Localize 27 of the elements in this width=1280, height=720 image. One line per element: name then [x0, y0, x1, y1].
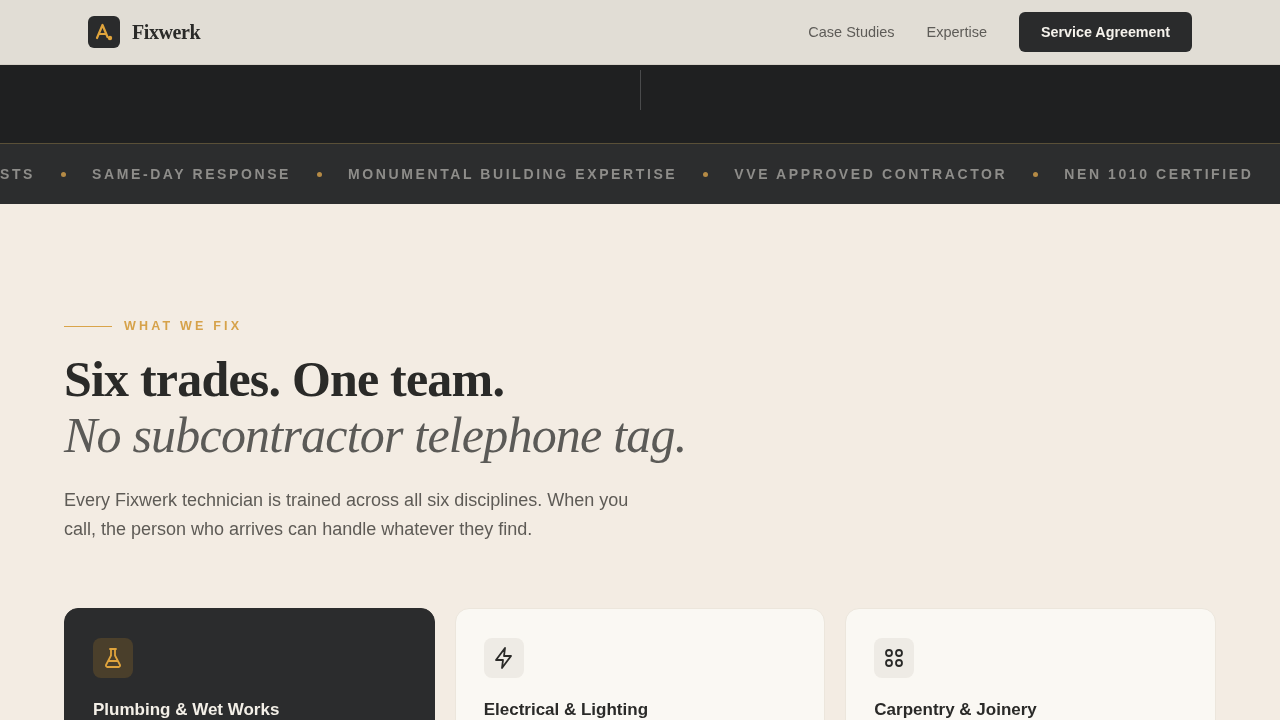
- ticker-text: NEN 1010 CERTIFIED: [1064, 166, 1254, 182]
- nav-link[interactable]: Case Studies: [808, 24, 895, 40]
- section-eyebrow: WHAT WE FIX: [124, 319, 243, 333]
- dot-icon: [317, 171, 323, 177]
- ticker-text: STS: [0, 166, 36, 182]
- card-title: Plumbing & Wet Works: [93, 700, 281, 720]
- grid-icon: [874, 638, 915, 678]
- flask-icon: [93, 638, 133, 678]
- service-agreement-button[interactable]: Service Agreement: [1019, 12, 1192, 52]
- card-title: Carpentry & Joinery: [874, 700, 1038, 720]
- service-card[interactable]: Plumbing & Wet Works: [64, 608, 435, 720]
- section-subheading: No subcontractor telephone tag.: [64, 407, 688, 463]
- brand-name[interactable]: Fixwerk: [132, 20, 201, 44]
- ticker-text: VVE APPROVED CONTRACTOR: [734, 166, 1008, 182]
- card-title: Electrical & Lighting: [483, 700, 649, 720]
- dot-icon: [703, 171, 709, 177]
- dot-icon: [61, 171, 67, 177]
- section-heading: Six trades. One team.: [64, 351, 506, 407]
- service-card[interactable]: Carpentry & Joinery: [845, 608, 1216, 720]
- ticker-text: SAME-DAY RESPONSE: [92, 166, 292, 182]
- nav-link[interactable]: Expertise: [926, 24, 987, 40]
- lightning-icon: [483, 638, 524, 678]
- dot-icon: [1033, 171, 1039, 177]
- service-card[interactable]: Electrical & Lighting: [454, 608, 826, 720]
- logo-icon[interactable]: [88, 16, 120, 48]
- ticker-text: MONUMENTAL BUILDING EXPERTISE: [348, 166, 678, 182]
- intro-paragraph: Every Fixwerk technician is trained across all six disciplines. When you call, the person who arrives can handle whatever they find.: [64, 489, 630, 541]
